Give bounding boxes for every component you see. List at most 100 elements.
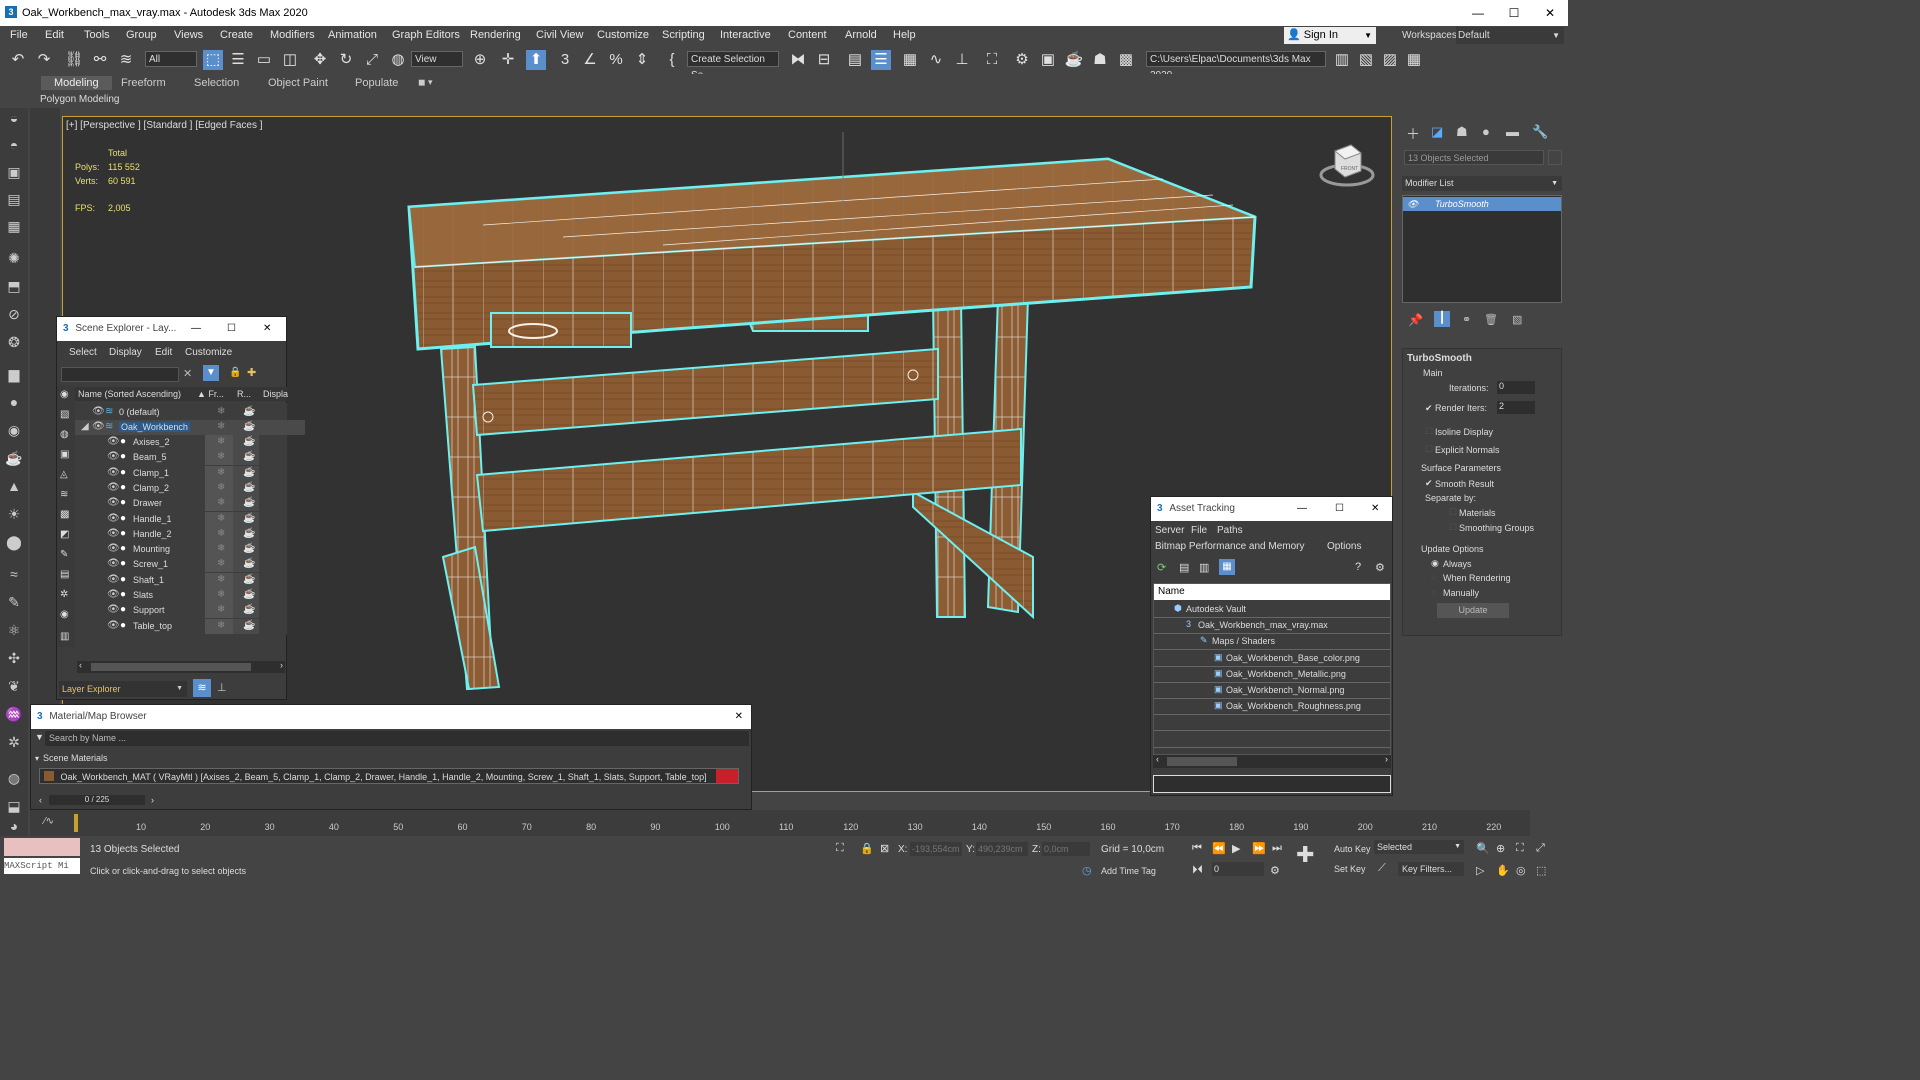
lock-icon[interactable]: 🔒	[229, 367, 241, 378]
select-icon[interactable]: ◓	[4, 135, 24, 155]
percent-snap-icon[interactable]: %	[606, 50, 626, 70]
smooth-result-checkbox[interactable]: ✔	[1425, 478, 1433, 489]
scene-menu-customize[interactable]: Customize	[185, 347, 232, 358]
always-radio[interactable]: ◉	[1431, 558, 1439, 569]
horizontal-scrollbar[interactable]: ‹ ›	[77, 660, 285, 673]
hierarchy-icon[interactable]: ⊥	[217, 681, 227, 694]
scrollbar-thumb[interactable]	[1167, 757, 1237, 766]
rotate-icon[interactable]: ↻	[336, 50, 356, 70]
eye-icon[interactable]: 👁	[107, 558, 120, 569]
display-geometry-icon[interactable]: ▧	[60, 409, 69, 420]
tab-object-paint[interactable]: Object Paint	[268, 77, 328, 89]
absolute-mode-icon[interactable]: ⊠	[880, 842, 889, 855]
render-online-icon[interactable]: ▩	[1116, 50, 1136, 70]
zoom-all-icon[interactable]: ⊕	[1496, 842, 1505, 855]
tree-row[interactable]: 👁 ● Axises_2 ❄ ☕	[75, 435, 305, 450]
explicit-normals-checkbox[interactable]: ☐	[1425, 444, 1433, 455]
time-config-icon[interactable]: ⚙	[1270, 864, 1280, 877]
asset-row[interactable]: 3 Oak_Workbench_max_vray.max	[1154, 617, 1390, 635]
maxscript-listener[interactable]	[4, 838, 80, 856]
scroll-right-icon[interactable]: ›	[1385, 754, 1388, 764]
freeze-icon[interactable]: ❄	[217, 574, 225, 585]
rollout-title[interactable]: TurboSmooth	[1407, 353, 1472, 364]
key-set-dropdown[interactable]: Selected ▼	[1374, 840, 1464, 854]
layer-explorer-toggle-icon[interactable]: ☰	[871, 50, 891, 70]
ribbon-polygon-modeling[interactable]: Polygon Modeling	[40, 94, 120, 105]
display-tab-icon[interactable]: ▬	[1506, 124, 1519, 139]
fov-icon[interactable]: ▷	[1476, 864, 1484, 877]
display-lights-icon[interactable]: ▣	[60, 449, 69, 460]
add-time-tag[interactable]: Add Time Tag	[1101, 866, 1156, 876]
spinner-snap-icon[interactable]: ⇕	[632, 50, 652, 70]
chevron-down-icon[interactable]: ▼	[35, 732, 44, 742]
bind-space-warp-icon[interactable]: ≋	[116, 50, 136, 70]
camera-icon[interactable]: ⬒	[4, 276, 24, 296]
modifier-stack-item[interactable]: 👁 TurboSmooth	[1403, 197, 1561, 211]
scroll-left-icon[interactable]: ‹	[39, 795, 42, 805]
asset-col-name[interactable]: Name	[1154, 584, 1390, 600]
asset-menu-bitmap[interactable]: Bitmap Performance and Memory	[1155, 541, 1305, 552]
scene-converter-icon[interactable]: ⬓	[4, 796, 24, 816]
eye-icon[interactable]: 👁	[107, 543, 120, 554]
scene-materials-label[interactable]: Scene Materials	[43, 753, 108, 763]
tab-freeform[interactable]: Freeform	[121, 77, 166, 89]
reference-coord-dropdown[interactable]: View	[411, 51, 463, 67]
freeze-icon[interactable]: ❄	[217, 482, 225, 493]
eye-icon[interactable]: 👁	[107, 467, 120, 478]
helper-icon[interactable]: ⊘	[4, 304, 24, 324]
align-icon[interactable]: ⊟	[814, 50, 834, 70]
cone-icon[interactable]: ▲	[4, 476, 24, 496]
menu-interactive[interactable]: Interactive	[720, 29, 771, 41]
hair-icon[interactable]: ≈	[4, 564, 24, 584]
light-icon[interactable]: ✺	[4, 248, 24, 268]
scene-search-input[interactable]	[61, 367, 179, 382]
render-icon[interactable]: ☕	[243, 482, 255, 493]
particle-icon[interactable]: ❂	[4, 332, 24, 352]
render-icon[interactable]: ☕	[243, 558, 255, 569]
scroll-left-icon[interactable]: ‹	[79, 660, 82, 670]
freeze-icon[interactable]: ❄	[217, 513, 225, 524]
menu-edit[interactable]: Edit	[45, 29, 64, 41]
scene-explorer-toggle-icon[interactable]: ▤	[845, 50, 865, 70]
menu-create[interactable]: Create	[220, 29, 253, 41]
time-slider[interactable]: ⁄∿ 10 20 30 40 50 60 70 80 90 100 110 120 130 140 150 1…	[30, 810, 1530, 836]
tree-row[interactable]: 👁 ● Beam_5 ❄ ☕	[75, 450, 305, 466]
minimize-button[interactable]: —	[1460, 0, 1496, 26]
maximize-viewport-icon[interactable]: ⬚	[1536, 864, 1546, 877]
maxscript-mini-listener[interactable]: MAXScript Mi	[4, 858, 80, 874]
maximize-button[interactable]: ☐	[227, 317, 236, 341]
placement-icon[interactable]: ◍	[388, 50, 408, 70]
display-none-icon[interactable]: ◉	[60, 389, 69, 400]
teapot-icon[interactable]: ☕	[4, 448, 24, 468]
project-save-icon[interactable]: ▨	[1380, 50, 1400, 70]
sphere-icon[interactable]: ●	[4, 392, 24, 412]
layer-explorer-dropdown[interactable]: Layer Explorer ▼	[59, 681, 187, 697]
menu-arnold[interactable]: Arnold	[845, 29, 877, 41]
grid-icon[interactable]: ▦	[4, 216, 24, 236]
rect-selection-icon[interactable]: ▭	[254, 50, 274, 70]
layers-icon[interactable]: ≋	[193, 679, 211, 697]
paint-icon[interactable]: ✎	[4, 592, 24, 612]
physics-icon[interactable]: ⚛	[4, 620, 24, 640]
eye-icon[interactable]: 👁	[107, 482, 120, 493]
selection-lock-icon[interactable]: 🔒	[860, 842, 874, 855]
menu-content[interactable]: Content	[788, 29, 827, 41]
freeze-icon[interactable]: ❄	[217, 543, 225, 554]
eye-icon[interactable]: 👁	[107, 604, 120, 615]
display-bones-icon[interactable]: ▤	[60, 569, 69, 580]
tree-row[interactable]: 👁 ● Handle_1 ❄ ☕	[75, 511, 305, 527]
menu-file[interactable]: File	[10, 29, 28, 41]
auto-key-button[interactable]: Auto Key	[1334, 844, 1371, 854]
tree-row[interactable]: 👁 ● Support ❄ ☕	[75, 603, 305, 619]
iterations-spinner[interactable]: 0	[1497, 381, 1535, 394]
link-icon[interactable]: ⛓	[64, 50, 84, 70]
zoom-extents-icon[interactable]: ⛶	[1516, 842, 1524, 855]
asset-row[interactable]: ▣ Oak_Workbench_Metallic.png	[1154, 666, 1390, 683]
keyboard-shortcut-override-icon[interactable]: ⬆	[526, 50, 546, 70]
tree-row[interactable]: 👁 ● Table_top ❄ ☕	[75, 618, 305, 634]
eye-icon[interactable]: 👁	[107, 451, 120, 462]
make-unique-icon[interactable]: ⚭	[1462, 313, 1471, 326]
material-search-input[interactable]: Search by Name ...	[45, 731, 749, 746]
tree-row[interactable]: 👁 ● Handle_2 ❄ ☕	[75, 526, 305, 542]
show-end-result-icon[interactable]: ┃	[1434, 311, 1450, 327]
